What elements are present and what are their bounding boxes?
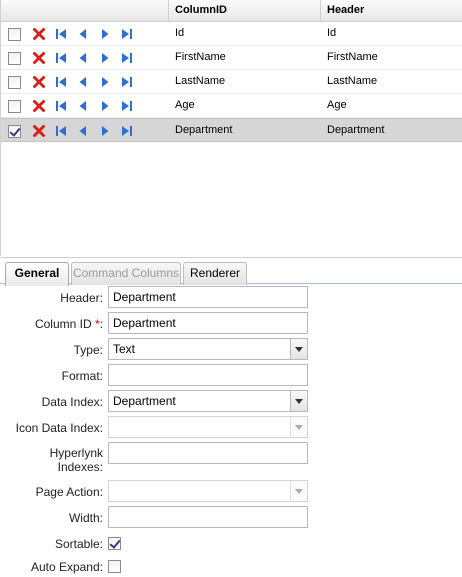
data-index-label: Data Index: [41,395,103,409]
table-row[interactable]: FirstName FirstName [1,46,462,70]
move-down-icon[interactable] [98,75,112,89]
width-input[interactable] [108,506,308,528]
move-down-icon[interactable] [98,27,112,41]
icon-data-index-select[interactable] [108,416,308,438]
grid-header: ColumnID Header [1,0,462,22]
table-row[interactable]: Department Department [1,118,462,142]
cell-column-id[interactable]: LastName [175,70,225,94]
move-last-icon[interactable] [120,99,134,113]
cell-header[interactable]: FirstName [327,46,378,70]
chevron-down-icon[interactable] [290,417,307,437]
move-first-icon[interactable] [54,27,68,41]
cell-column-id[interactable]: Age [175,94,195,118]
move-last-icon[interactable] [120,75,134,89]
cell-column-id[interactable]: Id [175,22,184,46]
move-up-icon[interactable] [76,27,90,41]
move-first-icon[interactable] [54,124,68,138]
cell-header[interactable]: LastName [327,70,377,94]
tab-command-columns: Command Columns [71,262,181,285]
hyperlink-indexes-label-line1: Hyperlynk [49,446,103,460]
auto-expand-checkbox[interactable] [108,560,121,573]
hyperlink-indexes-label-line2: Indexes: [57,460,103,474]
move-down-icon[interactable] [98,51,112,65]
delete-x-icon[interactable] [32,27,46,41]
type-select-value: Text [113,342,136,356]
header-label: Header: [60,291,103,305]
move-up-icon[interactable] [76,124,90,138]
cell-header[interactable]: Age [327,94,347,118]
chevron-down-icon[interactable] [290,391,307,411]
cell-column-id[interactable]: FirstName [175,46,226,70]
chevron-down-icon[interactable] [290,481,307,501]
delete-x-icon[interactable] [32,75,46,89]
data-index-select-value: Department [113,394,176,408]
table-row[interactable]: Id Id [1,22,462,46]
row-checkbox[interactable] [8,100,21,113]
tab-renderer[interactable]: Renderer [183,262,247,285]
delete-x-icon[interactable] [32,51,46,65]
move-down-icon[interactable] [98,124,112,138]
move-down-icon[interactable] [98,99,112,113]
cell-header[interactable]: Id [327,22,336,46]
move-first-icon[interactable] [54,75,68,89]
general-form: Header: Department Column ID *: Departme… [0,285,462,577]
sortable-label: Sortable: [54,537,103,551]
move-up-icon[interactable] [76,51,90,65]
columns-grid: ColumnID Header Id Id FirstName FirstName La… [0,0,462,256]
column-id-label: Column ID *: [35,317,103,331]
row-checkbox[interactable] [8,76,21,89]
move-last-icon[interactable] [120,51,134,65]
move-first-icon[interactable] [54,99,68,113]
move-last-icon[interactable] [120,27,134,41]
table-row[interactable]: Age Age [1,94,462,118]
move-up-icon[interactable] [76,75,90,89]
delete-x-icon[interactable] [32,124,46,138]
move-last-icon[interactable] [120,124,134,138]
table-row[interactable]: LastName LastName [1,70,462,94]
format-label: Format: [61,369,103,383]
delete-x-icon[interactable] [32,99,46,113]
data-index-select[interactable]: Department [108,390,308,412]
column-id-label-text: Column ID [34,317,92,331]
format-input[interactable] [108,364,308,386]
icon-data-index-label: Icon Data Index: [15,421,103,435]
type-select[interactable]: Text [108,338,308,360]
hyperlink-indexes-input[interactable] [108,442,308,464]
column-header-columnid[interactable]: ColumnID [168,0,320,22]
column-id-input[interactable]: Department [108,312,308,334]
grid-header-actions [1,0,168,22]
width-label: Width: [68,511,103,525]
hyperlink-indexes-label: Hyperlynk Indexes: [50,446,103,474]
sortable-checkbox[interactable] [108,537,121,550]
cell-column-id[interactable]: Department [175,119,232,143]
cell-header[interactable]: Department [327,119,384,143]
header-input[interactable]: Department [108,286,308,308]
auto-expand-label: Auto Expand: [30,560,103,574]
tab-general[interactable]: General [5,262,69,286]
move-up-icon[interactable] [76,99,90,113]
tab-bar: General Command Columns Renderer [0,257,462,286]
row-checkbox[interactable] [8,52,21,65]
move-first-icon[interactable] [54,51,68,65]
page-action-select[interactable] [108,480,308,502]
row-checkbox[interactable] [8,125,21,138]
chevron-down-icon[interactable] [290,339,307,359]
type-label: Type: [73,343,103,357]
page-action-label: Page Action: [35,485,103,499]
row-checkbox[interactable] [8,28,21,41]
column-header-header[interactable]: Header [320,0,462,22]
column-id-label-colon: : [99,317,103,331]
